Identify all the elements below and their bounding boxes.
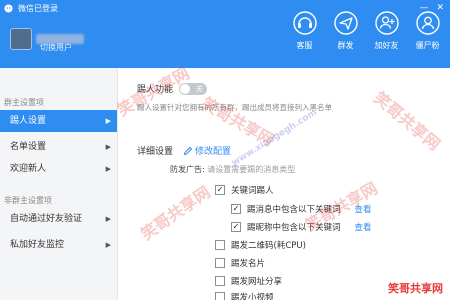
kick-function-toggle[interactable]: 关 — [179, 82, 208, 95]
sidebar-group-owner: 群主设置项 — [4, 98, 44, 107]
broadcast-icon — [333, 11, 358, 35]
checkbox-unchecked[interactable] — [215, 258, 225, 268]
option-name-card[interactable]: 踢发名片 — [215, 257, 265, 269]
option-message-keywords[interactable]: ✓ 踢消息中包含以下关键词 查看 — [231, 203, 372, 215]
option-label: 踢消息中包含以下关键词 — [247, 205, 341, 215]
chevron-right-icon: ▶ — [105, 117, 111, 125]
option-label: 踢昵称中包含以下关键词 — [247, 223, 341, 233]
view-nickname-keywords-link[interactable]: 查看 — [355, 221, 372, 233]
checkbox-unchecked[interactable] — [215, 240, 225, 250]
app-title: 微信已登录 — [18, 4, 58, 13]
add-friend-label: 加好友 — [374, 41, 399, 50]
app-title-row: 微信已登录 — [4, 3, 58, 14]
chevron-right-icon: ▶ — [105, 215, 111, 223]
checkbox-checked[interactable]: ✓ — [231, 222, 241, 232]
broadcast-button[interactable]: 群发 — [325, 10, 366, 51]
toggle-knob — [180, 83, 191, 94]
option-short-video[interactable]: 踢发小视频 — [215, 291, 274, 300]
option-label: 踢发小视频 — [231, 293, 274, 300]
checkbox-checked[interactable]: ✓ — [215, 185, 225, 195]
add-friend-button[interactable]: 加好友 — [366, 10, 407, 51]
customer-service-button[interactable]: 客服 — [284, 10, 325, 51]
option-label: 踢发二维码(耗CPU) — [231, 241, 306, 251]
kick-function-row: 踢人功能 关 — [137, 82, 208, 95]
sidebar-item-friend-monitor[interactable]: 私加好友监控 ▶ — [0, 234, 117, 256]
checkbox-unchecked[interactable] — [215, 292, 225, 300]
sidebar-item-list-settings[interactable]: 名单设置 ▶ — [0, 136, 117, 158]
anti-ad-label: 防发广告: — [170, 165, 205, 174]
header-bar: 微信已登录 — ✕ 切换用户 客服 群发 加好友 僵尸粉 — [0, 0, 450, 68]
detail-settings-label: 详细设置 — [137, 147, 174, 157]
sidebar-item-label: 欢迎新人 — [10, 164, 47, 174]
detail-settings-row: 详细设置 修改配置 — [137, 144, 231, 157]
option-label: 踢发名片 — [231, 259, 266, 269]
sidebar-item-auto-accept[interactable]: 自动通过好友验证 ▶ — [0, 208, 117, 230]
sidebar-item-label: 名单设置 — [10, 142, 47, 152]
customer-service-label: 客服 — [296, 41, 313, 50]
chevron-right-icon: ▶ — [105, 143, 111, 151]
anti-ad-hint: 请设置需要踢的消息类型 — [207, 165, 296, 174]
zombie-fans-button[interactable]: 僵尸粉 — [407, 10, 448, 51]
edit-config-link[interactable]: 修改配置 — [183, 144, 231, 157]
toggle-state-label: 关 — [196, 84, 204, 93]
sidebar-item-label: 自动通过好友验证 — [10, 214, 83, 224]
zombie-fans-label: 僵尸粉 — [415, 41, 440, 50]
sidebar-group-non-owner: 非群主设置项 — [4, 196, 52, 205]
add-friend-icon — [374, 11, 399, 35]
option-url-share[interactable]: 踢发网址分享 — [215, 275, 282, 287]
option-label: 关键词踢人 — [231, 186, 274, 196]
checkbox-unchecked[interactable] — [215, 276, 225, 286]
toolbar: 客服 群发 加好友 僵尸粉 — [284, 10, 448, 51]
option-keyword-kick[interactable]: ✓ 关键词踢人 — [215, 184, 274, 196]
switch-user-link[interactable]: 切换用户 — [40, 42, 72, 53]
main-content: 踢人功能 关 踢人设置针对您拥有的所有群，踢出成员将直接列入黑名单 详细设置 修… — [119, 68, 450, 300]
sidebar: 群主设置项 踢人设置 ▶ 名单设置 ▶ 欢迎新人 ▶ 非群主设置项 自动通过好友… — [0, 68, 118, 300]
option-qrcode[interactable]: 踢发二维码(耗CPU) — [215, 239, 306, 251]
view-message-keywords-link[interactable]: 查看 — [355, 203, 372, 215]
chevron-right-icon: ▶ — [105, 165, 111, 173]
customer-service-icon — [292, 11, 317, 35]
edit-config-label: 修改配置 — [195, 147, 232, 157]
wechat-icon — [4, 4, 13, 13]
edit-icon — [183, 146, 193, 155]
chevron-right-icon: ▶ — [105, 241, 111, 249]
option-label: 踢发网址分享 — [231, 277, 283, 287]
avatar[interactable] — [10, 28, 32, 50]
sidebar-item-label: 踢人设置 — [10, 116, 47, 126]
kick-function-label: 踢人功能 — [137, 85, 174, 95]
checkbox-checked[interactable]: ✓ — [231, 204, 241, 214]
broadcast-label: 群发 — [337, 41, 354, 50]
sidebar-item-kick-settings[interactable]: 踢人设置 ▶ — [0, 110, 117, 132]
kick-description: 踢人设置针对您拥有的所有群，踢出成员将直接列入黑名单 — [137, 103, 332, 112]
sidebar-item-welcome[interactable]: 欢迎新人 ▶ — [0, 158, 117, 180]
anti-ad-row: 防发广告: 请设置需要踢的消息类型 — [170, 164, 295, 175]
zombie-fans-icon — [415, 11, 440, 35]
corner-watermark: 笑哥共享网 — [385, 279, 446, 297]
sidebar-item-label: 私加好友监控 — [10, 240, 65, 250]
option-nickname-keywords[interactable]: ✓ 踢昵称中包含以下关键词 查看 — [231, 221, 372, 233]
